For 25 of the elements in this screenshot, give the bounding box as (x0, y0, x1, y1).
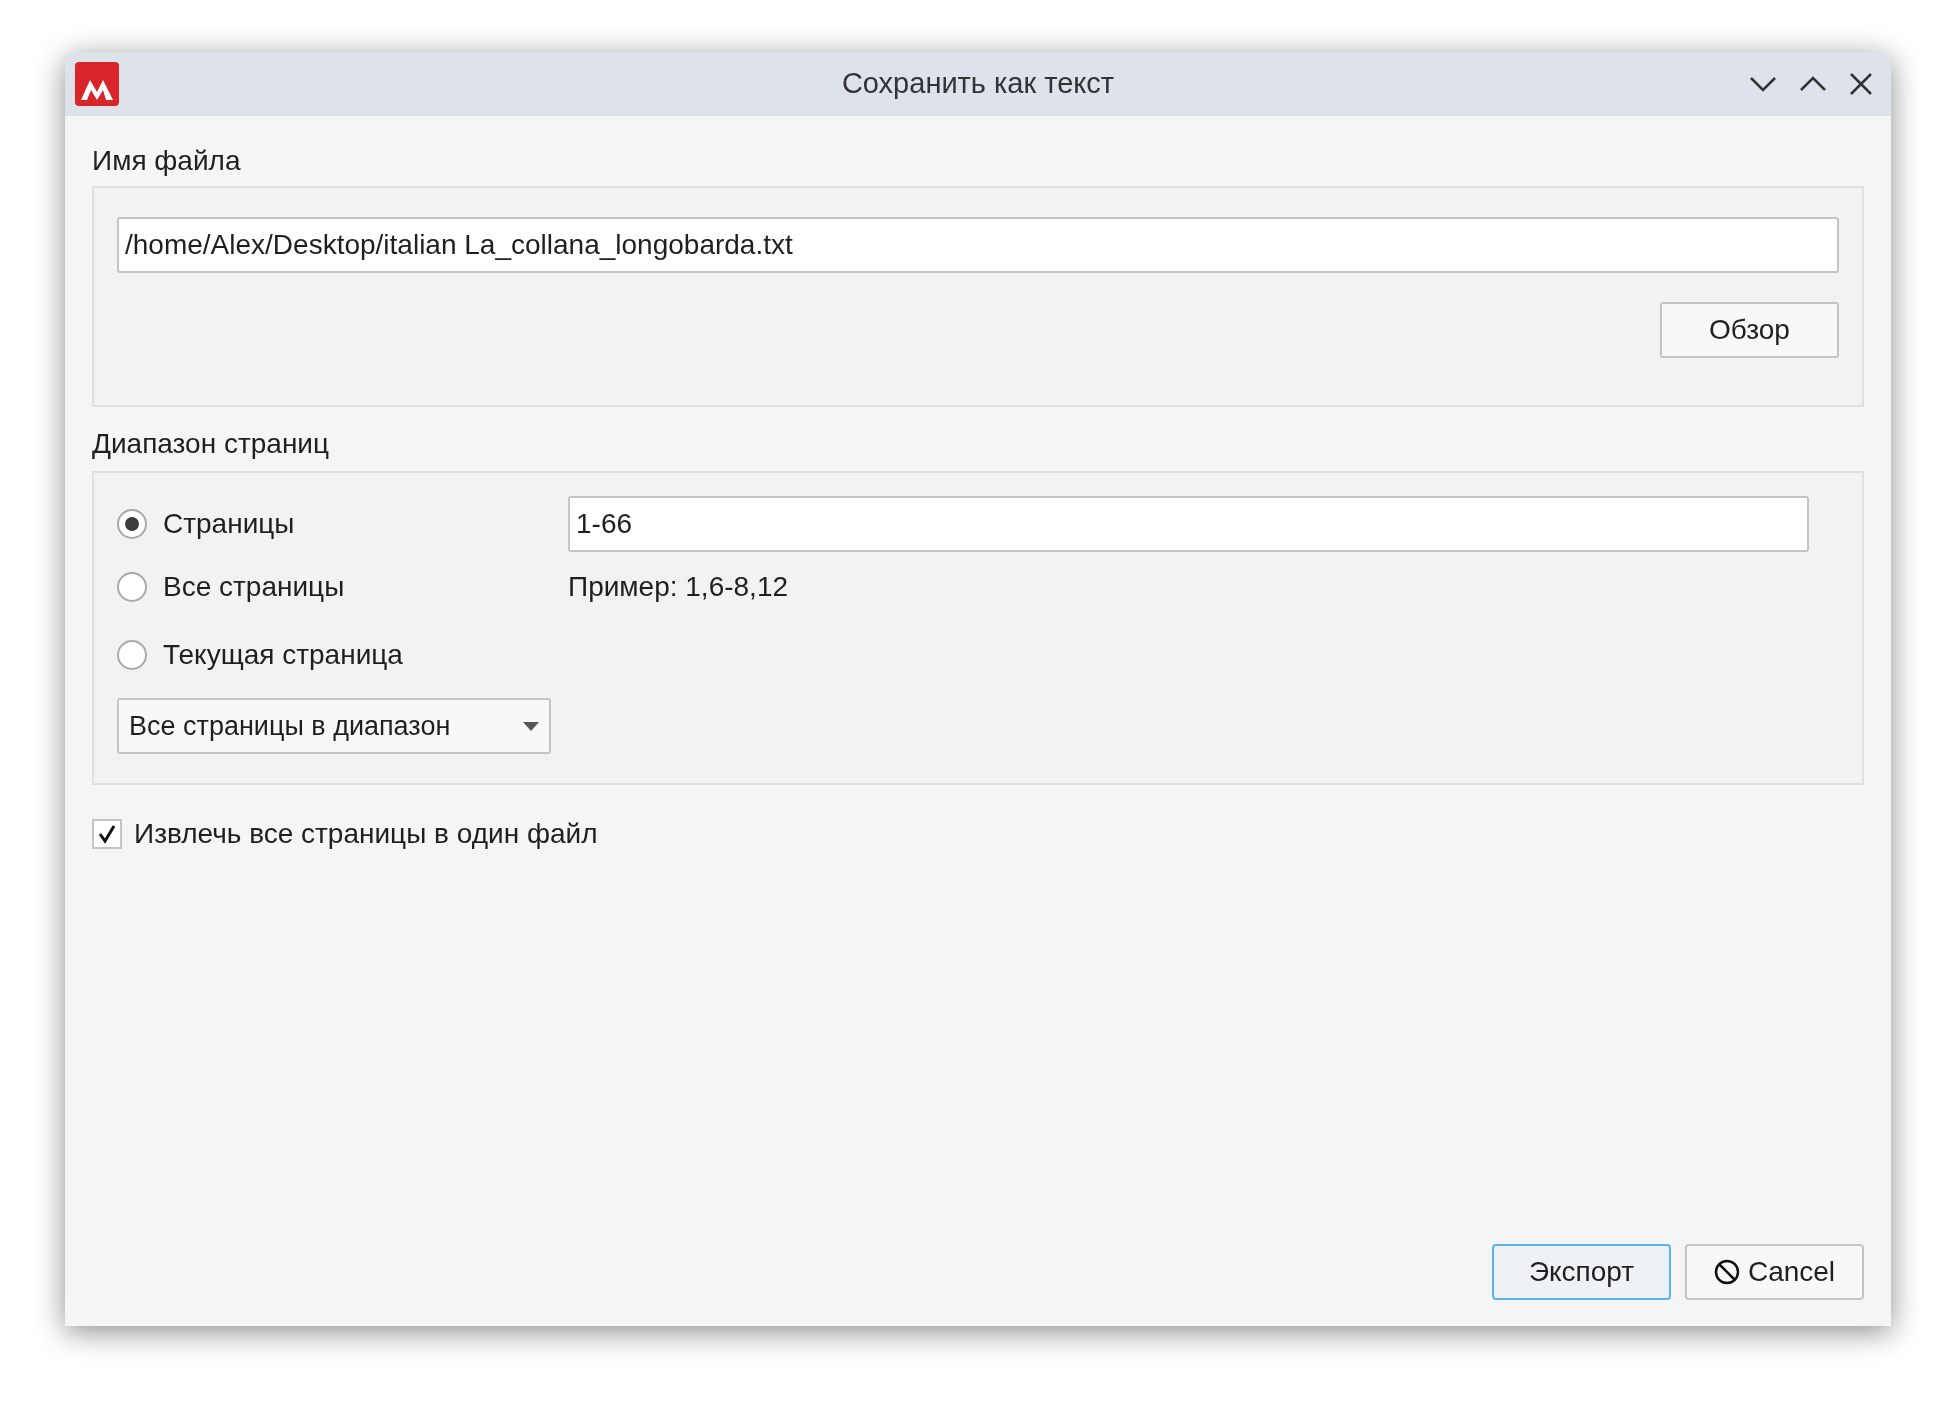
page-range-label: Диапазон страниц (92, 427, 331, 461)
checkbox[interactable] (92, 819, 122, 849)
dropdown-caret-icon (523, 721, 539, 731)
radio-button[interactable] (117, 640, 147, 670)
radio-label[interactable]: Все страницы (163, 566, 345, 608)
maximize-icon[interactable] (1799, 76, 1827, 92)
app-logo-icon (75, 62, 119, 106)
file-name-label: Имя файла (92, 144, 242, 178)
radio-label[interactable]: Текущая страница (163, 634, 403, 676)
pages-field[interactable]: 1-66 (568, 496, 1809, 552)
checkbox-label[interactable]: Извлечь все страницы в один файл (134, 813, 598, 855)
checkmark-icon (97, 824, 117, 844)
window-title: Сохранить как текст (840, 66, 1116, 102)
subset-dropdown[interactable]: Все страницы в диапазон (117, 698, 551, 754)
radio-label[interactable]: Страницы (163, 503, 295, 545)
radio-button[interactable] (117, 509, 147, 539)
browse-button[interactable]: Обзор (1660, 302, 1839, 358)
cancel-button[interactable]: Cancel (1685, 1244, 1864, 1300)
close-icon[interactable] (1849, 72, 1873, 96)
export-button[interactable]: Экспорт (1492, 1244, 1671, 1300)
minimize-icon[interactable] (1749, 76, 1777, 92)
file-path-field[interactable]: /home/Alex/Desktop/italian La_collana_longobarda.txt (117, 217, 1839, 273)
cancel-icon (1713, 1259, 1740, 1285)
radio-button[interactable] (117, 572, 147, 602)
example-hint: Пример: 1,6-8,12 (568, 570, 790, 604)
